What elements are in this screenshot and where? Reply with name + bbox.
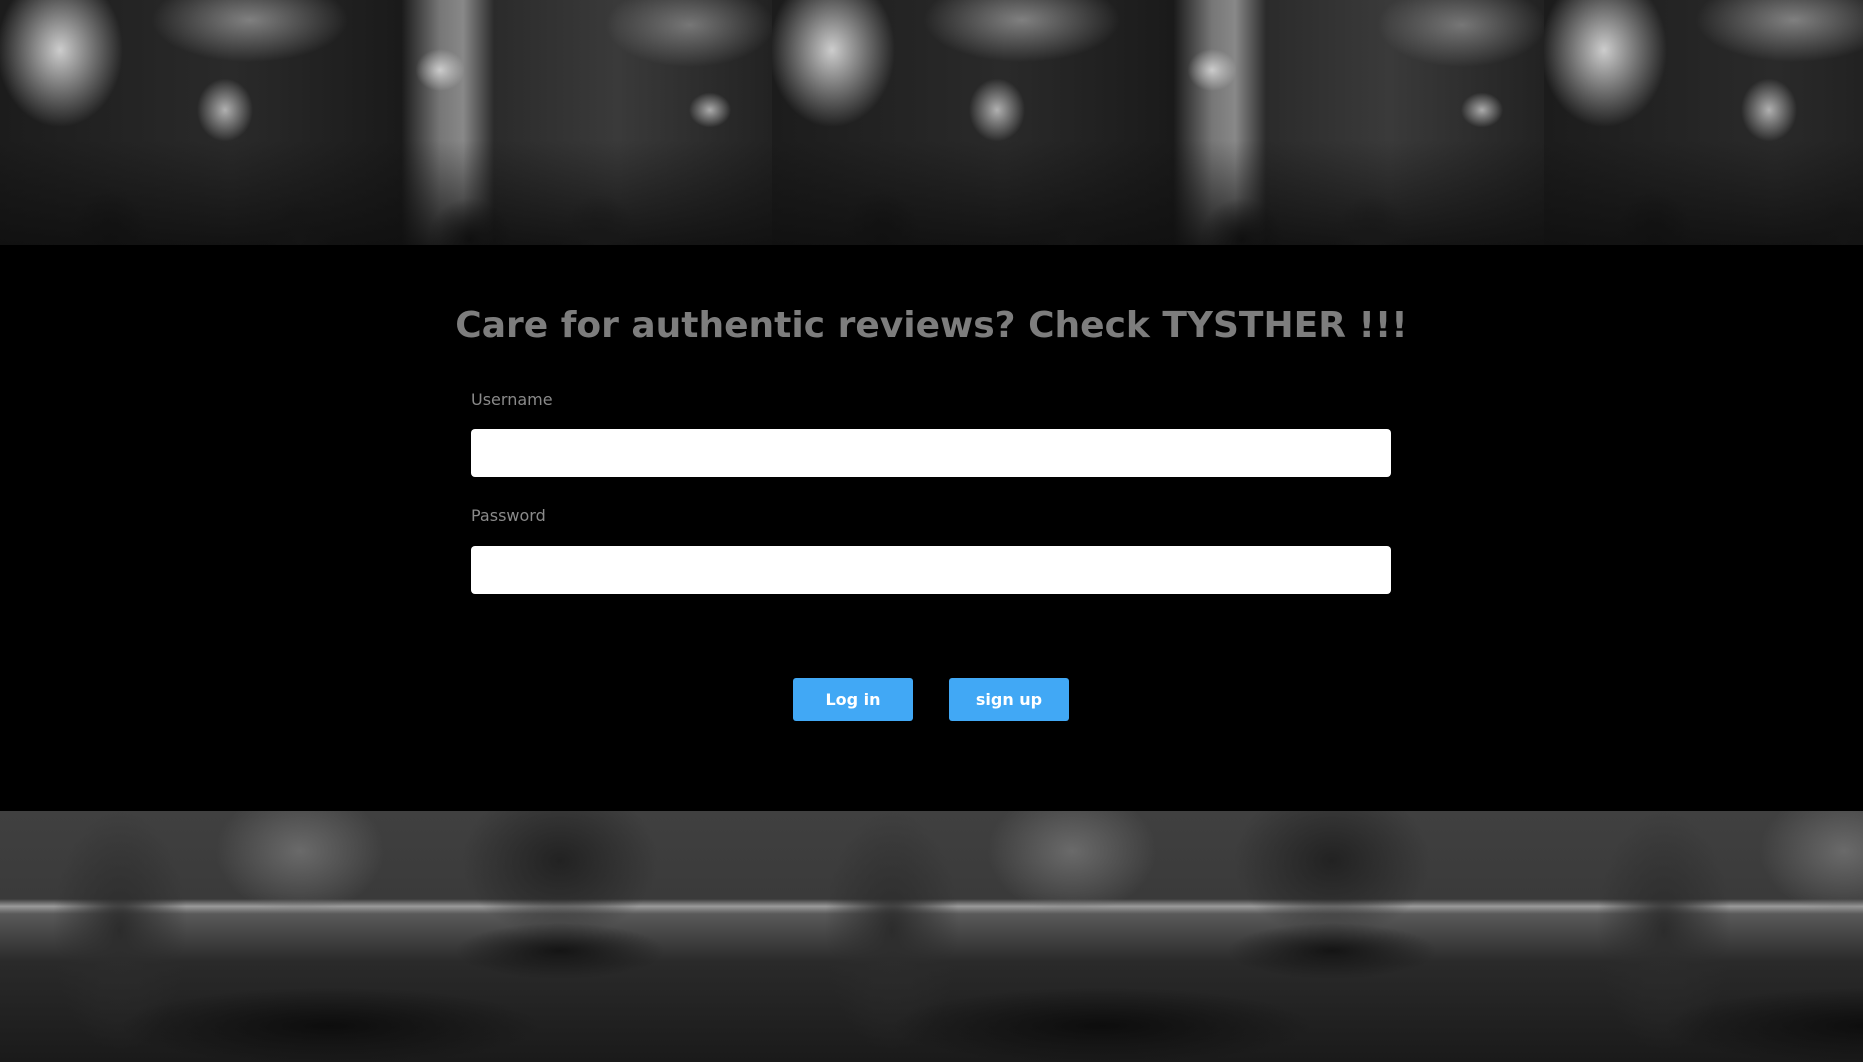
restaurant-tables-photo	[1544, 811, 1863, 1062]
signup-button[interactable]: sign up	[949, 678, 1069, 721]
login-page: Care for authentic reviews? Check TYSTHE…	[0, 0, 1863, 1062]
password-input[interactable]	[471, 546, 1391, 594]
login-panel: Care for authentic reviews? Check TYSTHE…	[0, 245, 1863, 811]
restaurant-tables-photo	[0, 811, 772, 1062]
password-label: Password	[471, 506, 546, 525]
restaurant-interior-photo	[0, 0, 772, 245]
page-title: Care for authentic reviews? Check TYSTHE…	[455, 305, 1408, 346]
top-background-image	[0, 0, 1863, 245]
restaurant-tables-photo	[772, 811, 1544, 1062]
bottom-background-image	[0, 811, 1863, 1062]
username-label: Username	[471, 390, 553, 409]
username-input[interactable]	[471, 429, 1391, 477]
login-button[interactable]: Log in	[793, 678, 913, 721]
restaurant-interior-photo	[1544, 0, 1863, 245]
restaurant-interior-photo	[772, 0, 1544, 245]
